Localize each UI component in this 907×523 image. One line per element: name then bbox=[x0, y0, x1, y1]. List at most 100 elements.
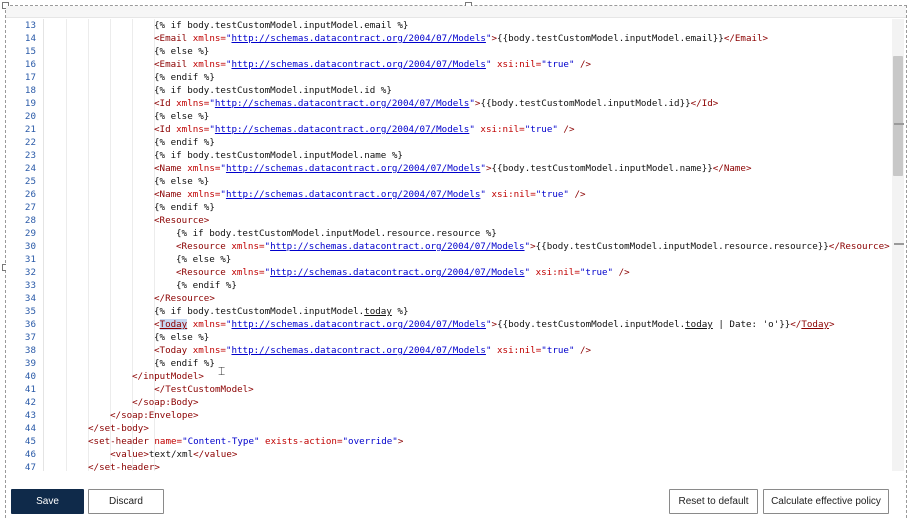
code-token: </set-body> bbox=[88, 423, 149, 434]
code-token: </TestCustomModel> bbox=[132, 384, 254, 395]
namespace-link[interactable]: http://schemas.datacontract.org/2004/07/… bbox=[226, 189, 480, 200]
code-line[interactable]: {% else %} bbox=[176, 253, 231, 266]
namespace-link[interactable]: http://schemas.datacontract.org/2004/07/… bbox=[215, 124, 469, 135]
code-token: </inputModel> bbox=[132, 371, 204, 382]
code-line[interactable]: <Resource xmlns="http://schemas.datacont… bbox=[176, 266, 630, 279]
code-line[interactable]: <Email xmlns="http://schemas.datacontrac… bbox=[154, 58, 591, 71]
code-line[interactable]: <Resource xmlns="http://schemas.datacont… bbox=[176, 240, 890, 253]
namespace-link[interactable]: http://schemas.datacontract.org/2004/07/… bbox=[231, 33, 485, 44]
code-line[interactable]: {% else %} bbox=[154, 331, 209, 344]
code-line[interactable]: {% endif %} bbox=[176, 279, 237, 292]
save-button[interactable]: Save bbox=[11, 489, 84, 514]
code-token: <Resource> bbox=[154, 215, 210, 226]
code-token: /> bbox=[557, 124, 575, 135]
line-number: 44 bbox=[24, 423, 36, 434]
line-number: 24 bbox=[24, 163, 36, 174]
code-line[interactable]: <value>text/xml</value> bbox=[88, 448, 237, 461]
namespace-link[interactable]: http://schemas.datacontract.org/2004/07/… bbox=[226, 163, 480, 174]
line-number: 25 bbox=[24, 176, 36, 187]
code-line[interactable]: {% endif %} bbox=[154, 71, 215, 84]
line-number: 27 bbox=[24, 202, 36, 213]
code-token: {{body.testCustomModel.inputModel.email}… bbox=[497, 33, 724, 44]
code-editor[interactable]: 13 14 15 16 17 18 19 20 21 22 23 24 25 26 27 28 29 30 31 32… bbox=[6, 19, 892, 471]
code-token: {% endif %} bbox=[154, 358, 215, 369]
line-number: 33 bbox=[24, 280, 36, 291]
code-line[interactable]: <Name xmlns="http://schemas.datacontract… bbox=[154, 188, 586, 201]
code-token: </value> bbox=[193, 449, 238, 460]
code-token: "true" bbox=[535, 189, 569, 200]
code-line[interactable]: {% if body.testCustomModel.inputModel.id… bbox=[154, 84, 392, 97]
code-line[interactable]: </TestCustomModel> bbox=[132, 383, 254, 396]
line-number: 39 bbox=[24, 358, 36, 369]
code-token: exists-action= bbox=[265, 436, 343, 447]
code-token: {% endif %} bbox=[154, 72, 215, 83]
code-token: <Id bbox=[154, 124, 177, 135]
code-line[interactable]: <Id xmlns="http://schemas.datacontract.o… bbox=[154, 123, 575, 136]
code-line[interactable]: <Email xmlns="http://schemas.datacontrac… bbox=[154, 32, 768, 45]
code-token: {% else %} bbox=[154, 176, 210, 187]
code-token: " bbox=[480, 189, 492, 200]
code-token: <Id bbox=[154, 98, 177, 109]
code-line[interactable]: {% endif %} bbox=[154, 136, 215, 149]
code-line[interactable]: {% if body.testCustomModel.inputModel.re… bbox=[176, 227, 497, 240]
code-token: <Email bbox=[154, 33, 193, 44]
indent-guide bbox=[66, 19, 67, 471]
scrollbar-thumb[interactable] bbox=[893, 56, 903, 176]
code-line[interactable]: </inputModel> bbox=[132, 370, 204, 383]
code-token: </soap:Body> bbox=[110, 397, 199, 408]
code-line[interactable]: <Name xmlns="http://schemas.datacontract… bbox=[154, 162, 752, 175]
code-line[interactable]: <Resource> bbox=[154, 214, 209, 227]
code-token: " bbox=[524, 267, 536, 278]
line-number: 16 bbox=[24, 59, 36, 70]
code-token: {% if body.testCustomModel.inputModel.re… bbox=[176, 228, 497, 239]
namespace-link[interactable]: http://schemas.datacontract.org/2004/07/… bbox=[270, 241, 524, 252]
namespace-link[interactable]: http://schemas.datacontract.org/2004/07/… bbox=[231, 59, 485, 70]
line-number: 18 bbox=[24, 85, 36, 96]
namespace-link[interactable]: http://schemas.datacontract.org/2004/07/… bbox=[231, 345, 485, 356]
calculate-effective-policy-button[interactable]: Calculate effective policy bbox=[763, 489, 889, 514]
code-token: {{body.testCustomModel.inputModel.resour… bbox=[535, 241, 829, 252]
code-line[interactable]: </Resource> bbox=[154, 292, 215, 305]
line-number: 42 bbox=[24, 397, 36, 408]
code-token: xsi:nil= bbox=[535, 267, 580, 278]
code-line[interactable]: </soap:Body> bbox=[110, 396, 199, 409]
code-line[interactable]: </set-body> bbox=[88, 422, 149, 435]
code-line[interactable]: {% else %} bbox=[154, 45, 209, 58]
code-token: "true" bbox=[541, 59, 575, 70]
namespace-link[interactable]: http://schemas.datacontract.org/2004/07/… bbox=[215, 98, 469, 109]
code-line[interactable]: {% if body.testCustomModel.inputModel.na… bbox=[154, 149, 403, 162]
code-line[interactable]: <Today xmlns="http://schemas.datacontrac… bbox=[154, 344, 591, 357]
code-line[interactable]: {% else %} bbox=[154, 110, 209, 123]
code-line[interactable]: {% endif %} bbox=[154, 357, 215, 370]
code-line[interactable]: <set-header name="Content-Type" exists-a… bbox=[88, 435, 403, 448]
code-token: {% else %} bbox=[154, 111, 210, 122]
code-token: xsi:nil= bbox=[497, 59, 542, 70]
code-line[interactable]: </set-header> bbox=[88, 461, 160, 471]
code-line[interactable]: {% if body.testCustomModel.inputModel.to… bbox=[154, 305, 408, 318]
code-token: %} bbox=[391, 306, 409, 317]
code-token: xmlns= bbox=[231, 241, 265, 252]
code-token: </Id> bbox=[690, 98, 719, 109]
line-number: 32 bbox=[24, 267, 36, 278]
code-line[interactable]: {% endif %} bbox=[154, 201, 215, 214]
line-number: 40 bbox=[24, 371, 36, 382]
code-line[interactable]: <Id xmlns="http://schemas.datacontract.o… bbox=[154, 97, 718, 110]
namespace-link[interactable]: http://schemas.datacontract.org/2004/07/… bbox=[232, 319, 486, 330]
line-number: 28 bbox=[24, 215, 36, 226]
namespace-link[interactable]: http://schemas.datacontract.org/2004/07/… bbox=[270, 267, 524, 278]
discard-button[interactable]: Discard bbox=[88, 489, 164, 514]
code-line[interactable]: {% if body.testCustomModel.inputModel.em… bbox=[154, 19, 408, 32]
code-line[interactable]: </soap:Envelope> bbox=[110, 409, 199, 422]
code-line[interactable]: {% else %} bbox=[154, 175, 209, 188]
code-token: /> bbox=[568, 189, 586, 200]
editor-top-band bbox=[6, 6, 906, 18]
line-number: 45 bbox=[24, 436, 36, 447]
code-token: <Resource bbox=[176, 267, 232, 278]
code-token: {% endif %} bbox=[176, 280, 237, 291]
code-token: xmlns= bbox=[192, 33, 226, 44]
code-line[interactable]: <Today xmlns="http://schemas.datacontrac… bbox=[154, 318, 835, 331]
code-token: </Resource> bbox=[828, 241, 890, 252]
code-token: " bbox=[485, 59, 498, 70]
line-number: 34 bbox=[24, 293, 36, 304]
reset-to-default-button[interactable]: Reset to default bbox=[669, 489, 758, 514]
